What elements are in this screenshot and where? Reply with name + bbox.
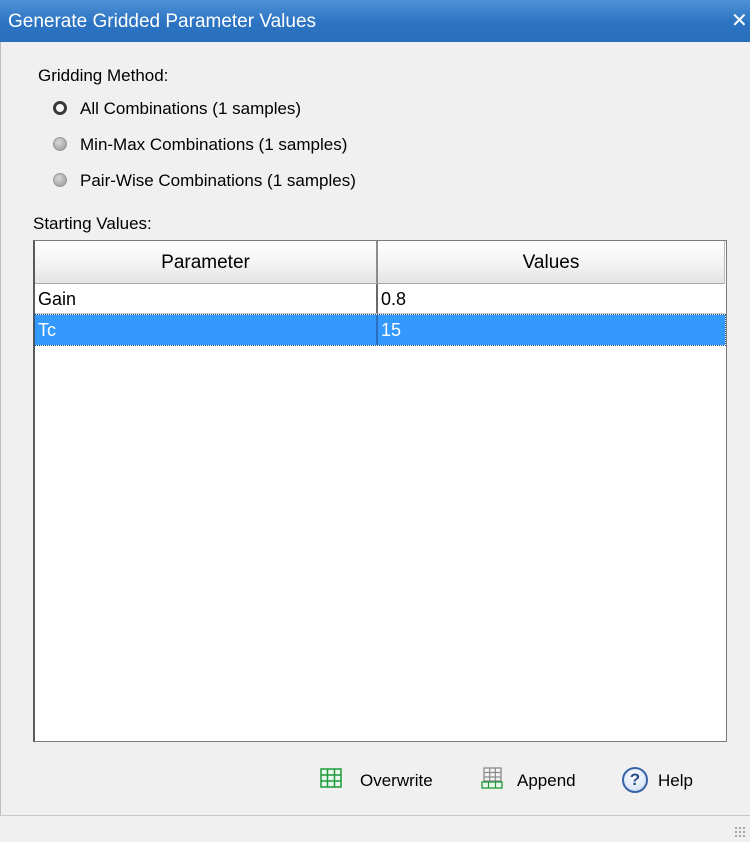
radio-label: Min-Max Combinations (1 samples)	[80, 135, 348, 154]
radio-unchecked-icon[interactable]	[53, 137, 67, 151]
close-icon[interactable]: ✕	[731, 10, 750, 32]
column-header-parameter[interactable]: Parameter	[35, 241, 378, 284]
append-rows-icon	[481, 767, 503, 789]
table-row-selected[interactable]: Tc 15	[34, 314, 726, 346]
radio-label: Pair-Wise Combinations (1 samples)	[80, 171, 356, 190]
generate-gridded-values-dialog: Generate Gridded Parameter Values ✕ Grid…	[0, 0, 750, 842]
append-button[interactable]: Append	[481, 767, 601, 795]
overwrite-button[interactable]: Overwrite	[320, 767, 460, 795]
title-bar[interactable]: Generate Gridded Parameter Values ✕	[0, 0, 750, 42]
parameter-cell[interactable]: Tc	[35, 315, 378, 345]
starting-values-table[interactable]: Parameter Values Gain 0.8 Tc 15	[33, 240, 727, 742]
radio-unchecked-icon[interactable]	[53, 173, 67, 187]
parameter-cell[interactable]: Gain	[35, 284, 378, 314]
value-cell[interactable]: 15	[378, 315, 725, 345]
column-header-values[interactable]: Values	[378, 241, 725, 284]
table-row[interactable]: Gain 0.8	[35, 284, 725, 314]
window-border	[0, 42, 1, 841]
status-bar	[0, 815, 750, 842]
help-label: Help	[658, 771, 693, 790]
append-label: Append	[517, 771, 576, 790]
grid-table-icon	[320, 768, 342, 788]
overwrite-label: Overwrite	[360, 771, 433, 790]
value-cell[interactable]: 0.8	[378, 284, 725, 314]
help-button[interactable]: ? Help	[622, 767, 712, 795]
radio-checked-icon[interactable]	[53, 101, 67, 115]
radio-label: All Combinations (1 samples)	[80, 99, 302, 118]
gridding-method-label: Gridding Method:	[38, 66, 169, 85]
resize-grip-icon[interactable]	[734, 826, 746, 838]
window-title: Generate Gridded Parameter Values	[8, 11, 317, 32]
help-icon: ?	[622, 767, 648, 793]
starting-values-label: Starting Values:	[33, 214, 152, 233]
